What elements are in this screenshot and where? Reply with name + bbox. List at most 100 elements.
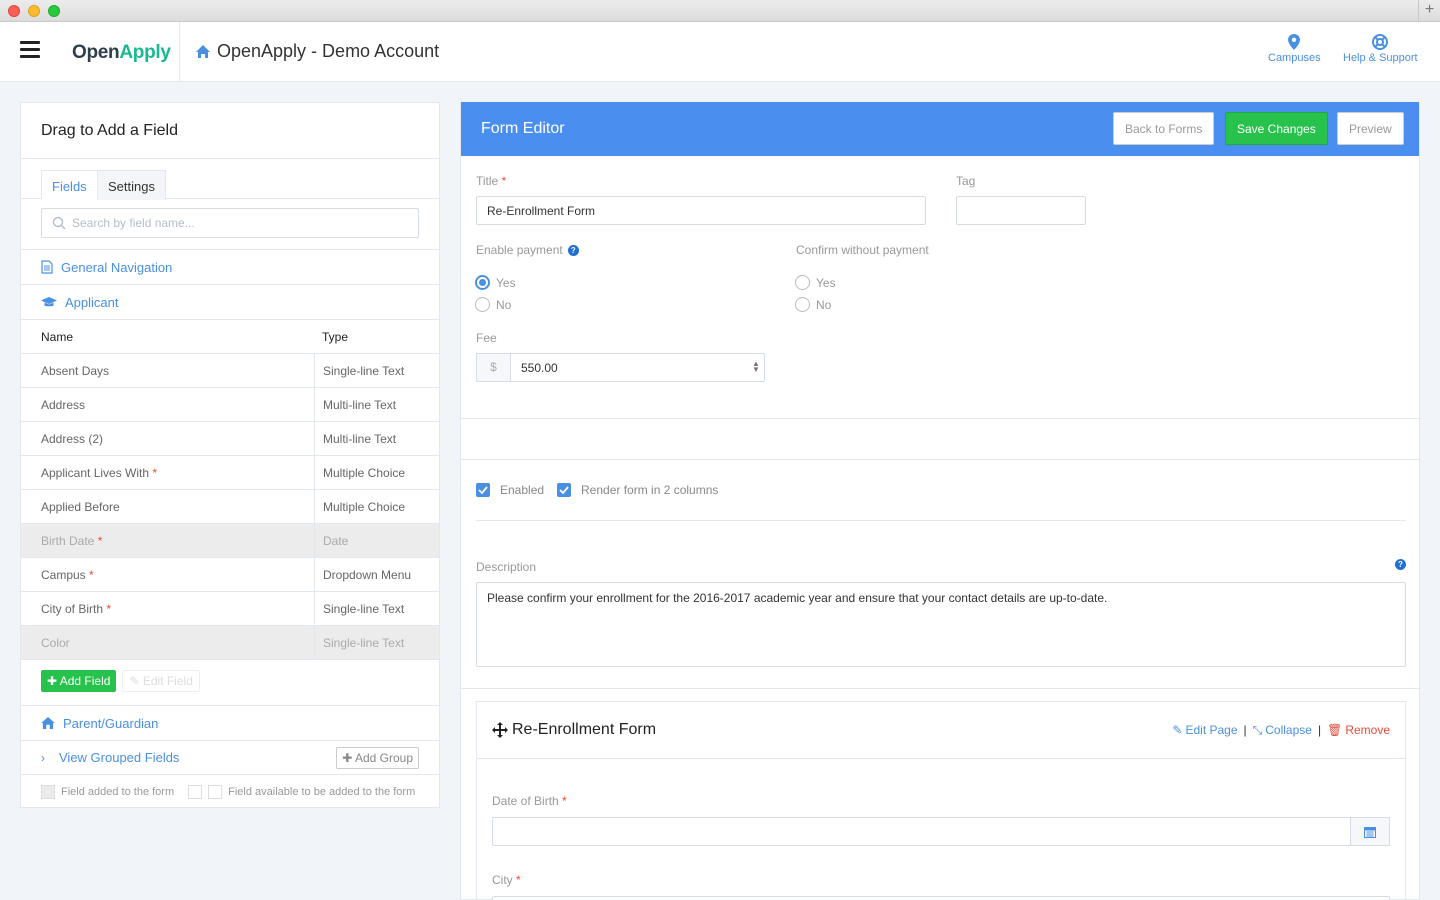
grouped-fields-row: › View Grouped Fields ✚ Add Group: [21, 741, 439, 775]
description-label: Description: [476, 560, 537, 574]
table-row[interactable]: Address (2) Multi-line Text: [21, 422, 439, 456]
section-parent-guardian[interactable]: Parent/Guardian: [21, 706, 439, 741]
browser-titlebar: +: [0, 0, 1440, 22]
search-row: [21, 199, 439, 250]
openapply-logo[interactable]: OpenApply: [72, 42, 171, 64]
table-row[interactable]: Applicant Lives With * Multiple Choice: [21, 456, 439, 490]
home-icon: [41, 717, 55, 729]
separator: |: [1243, 723, 1247, 737]
fee-input[interactable]: [510, 353, 765, 382]
map-marker-icon: [1288, 34, 1301, 50]
separator: |: [1317, 723, 1322, 737]
section-applicant[interactable]: Applicant: [21, 285, 439, 320]
header-divider: [179, 22, 180, 82]
checkbox-checked-icon: [476, 483, 490, 497]
form-title-input[interactable]: [476, 196, 926, 225]
account-name: OpenApply - Demo Account: [217, 41, 440, 61]
search-box: [41, 208, 419, 238]
date-of-birth-input[interactable]: [492, 817, 1351, 846]
legend-added-swatch: [41, 785, 55, 799]
field-palette-panel: Drag to Add a Field Fields Settings Gene…: [20, 102, 440, 808]
chevron-right-icon: ›: [41, 750, 45, 765]
table-row[interactable]: City of Birth * Single-line Text: [21, 592, 439, 626]
menu-hamburger-icon[interactable]: [20, 41, 40, 59]
move-arrows-icon[interactable]: [492, 722, 508, 738]
table-row[interactable]: Campus * Dropdown Menu: [21, 558, 439, 592]
save-changes-button[interactable]: Save Changes: [1225, 112, 1328, 145]
radio-unselected-icon: [795, 275, 810, 290]
maximize-window-button[interactable]: [48, 5, 60, 17]
form-page-title[interactable]: Re-Enrollment Form: [492, 721, 656, 739]
close-window-button[interactable]: [8, 5, 20, 17]
fee-label: Fee: [476, 331, 497, 345]
tab-fields[interactable]: Fields: [41, 170, 98, 200]
radio-selected-icon: [475, 275, 490, 290]
confirm-without-payment-label: Confirm without payment: [796, 243, 929, 257]
edit-page-link[interactable]: ✎ Edit Page: [1172, 723, 1237, 737]
city-input[interactable]: [492, 896, 1390, 900]
form-editor-panel: Form Editor Back to Forms Save Changes P…: [460, 102, 1421, 900]
currency-addon: $: [476, 353, 510, 382]
legend-available-swatch: [208, 785, 223, 799]
pencil-icon: ✎: [129, 674, 140, 688]
enable-payment-label: Enable payment ?: [476, 243, 579, 257]
table-row[interactable]: Address Multi-line Text: [21, 388, 439, 422]
checkbox-checked-icon: [557, 483, 571, 497]
add-field-button[interactable]: ✚ Add Field: [41, 670, 117, 692]
table-row[interactable]: Absent Days Single-line Text: [21, 354, 439, 388]
section-general-navigation[interactable]: General Navigation: [21, 250, 439, 285]
description-textarea[interactable]: Please confirm your enrollment for the 2…: [476, 582, 1406, 667]
help-support-link[interactable]: Help & Support: [1343, 34, 1418, 64]
preview-button[interactable]: Preview: [1337, 112, 1404, 145]
tag-label: Tag: [956, 174, 976, 188]
calendar-button[interactable]: [1350, 817, 1390, 846]
panel-title: Drag to Add a Field: [21, 103, 439, 159]
field-search-input[interactable]: [72, 216, 402, 230]
form-editor-title: Form Editor: [481, 120, 565, 137]
account-breadcrumb[interactable]: OpenApply - Demo Account: [195, 41, 439, 62]
minimize-window-button[interactable]: [28, 5, 40, 17]
table-row[interactable]: Applied Before Multiple Choice: [21, 490, 439, 524]
form-page-card: Re-Enrollment Form ✎ Edit Page | ⤡ Collaps…: [476, 701, 1406, 900]
legend: Field added to the form Field available …: [21, 775, 439, 809]
campuses-link[interactable]: Campuses: [1268, 34, 1321, 64]
question-circle-icon[interactable]: ?: [1395, 559, 1406, 570]
enable-payment-no-radio[interactable]: No: [475, 297, 511, 312]
confirm-without-payment-no-radio[interactable]: No: [795, 297, 831, 312]
palette-tabs: Fields Settings: [21, 159, 439, 200]
back-to-forms-button[interactable]: Back to Forms: [1113, 112, 1215, 145]
number-spinner-icon[interactable]: ▲ ▼: [752, 360, 760, 374]
required-asterisk: *: [89, 568, 94, 582]
city-label: City *: [492, 873, 521, 887]
divider: [476, 520, 1406, 521]
column-name-header: Name: [41, 330, 74, 344]
edit-field-button[interactable]: ✎ Edit Field: [122, 670, 200, 692]
column-type-header: Type: [322, 330, 349, 344]
edit-icon: ✎: [1172, 723, 1183, 737]
enable-payment-yes-radio[interactable]: Yes: [475, 275, 516, 290]
question-circle-icon[interactable]: ?: [567, 244, 579, 256]
radio-unselected-icon: [475, 297, 490, 312]
graduation-cap-icon: [41, 297, 57, 307]
view-grouped-fields-toggle[interactable]: › View Grouped Fields: [41, 750, 179, 765]
table-row-added[interactable]: Color Single-line Text: [21, 626, 439, 660]
app-header: OpenApply OpenApply - Demo Account Campu…: [0, 22, 1440, 82]
tag-input[interactable]: [956, 196, 1086, 225]
remove-link[interactable]: 🗑 Remove: [1327, 723, 1390, 737]
table-row-added[interactable]: Birth Date * Date: [21, 524, 439, 558]
field-actions: ✚ Add Field ✎ Edit Field: [21, 660, 439, 706]
fields-table-header: Name Type: [21, 320, 439, 354]
enabled-checkbox[interactable]: Enabled: [476, 483, 544, 497]
tab-settings[interactable]: Settings: [97, 170, 166, 200]
life-ring-icon: [1372, 34, 1389, 50]
add-group-button[interactable]: ✚ Add Group: [336, 746, 419, 769]
plus-icon: ✚: [47, 674, 58, 688]
calendar-icon: [1364, 826, 1376, 838]
compress-icon: ⤡: [1252, 722, 1263, 737]
two-columns-checkbox[interactable]: Render form in 2 columns: [557, 483, 718, 497]
trash-icon: 🗑: [1327, 723, 1343, 737]
divider: [461, 688, 1421, 689]
confirm-without-payment-yes-radio[interactable]: Yes: [795, 275, 836, 290]
new-tab-plus-icon[interactable]: +: [1418, 0, 1440, 22]
collapse-link[interactable]: ⤡ Collapse: [1253, 723, 1312, 738]
